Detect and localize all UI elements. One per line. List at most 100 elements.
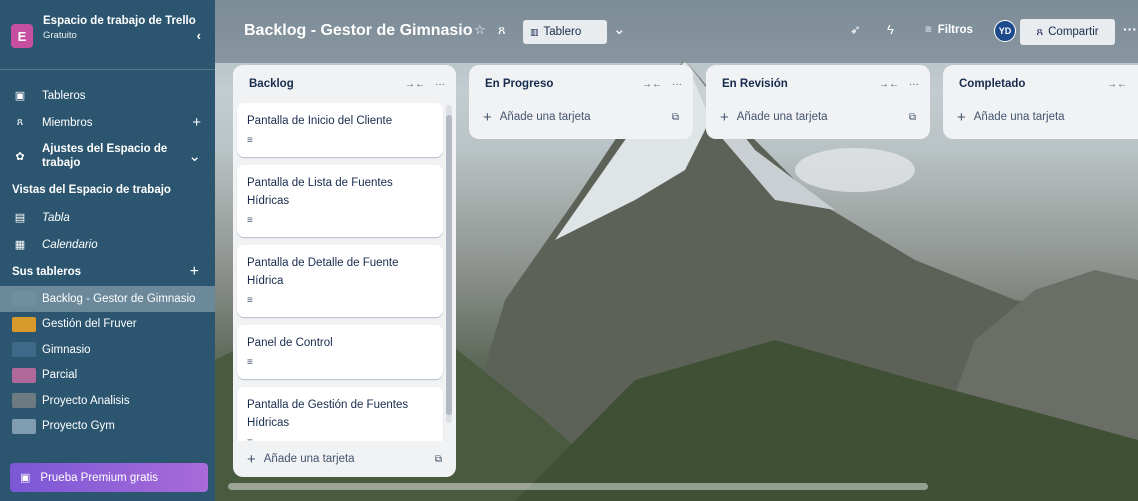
card[interactable]: Panel de Control ≡: [237, 325, 443, 379]
visibility-icon[interactable]: ጸ: [498, 22, 506, 38]
sidebar-item-settings[interactable]: ✿ Ajustes del Espacio de trabajo ⌄: [0, 136, 215, 176]
sidebar-board-item[interactable]: Gestión del Fruver: [0, 312, 215, 338]
collapse-icon[interactable]: →←: [642, 79, 662, 90]
board-thumbnail: [12, 342, 36, 358]
card-list: Pantalla de Inicio del Cliente ≡ Pantalla …: [233, 103, 456, 441]
sidebar-board-label: Parcial: [42, 369, 78, 382]
filters-label: Filtros: [937, 24, 973, 36]
board-thumbnail: [12, 418, 36, 434]
sidebar-board-item[interactable]: Parcial: [0, 363, 215, 389]
card-title: Panel de Control: [247, 337, 333, 349]
card[interactable]: Pantalla de Gestión de Fuentes Hídricas ≡: [237, 387, 443, 441]
automation-icon[interactable]: ϟ: [887, 22, 894, 37]
card-title: Pantalla de Gestión de Fuentes Hídricas: [247, 399, 409, 429]
list-scrollbar[interactable]: [446, 105, 452, 423]
sidebar-item-label: Miembros: [42, 116, 93, 129]
plus-icon: +: [720, 108, 729, 126]
list-title[interactable]: En Progreso: [485, 78, 632, 90]
avatar[interactable]: YD: [994, 20, 1016, 42]
add-card-button[interactable]: + Añade una tarjeta: [943, 103, 1138, 131]
sidebar-item-members[interactable]: ጸ Miembros +: [0, 109, 215, 136]
view-switcher-button[interactable]: ▥ Tablero: [523, 20, 607, 44]
workspace-avatar[interactable]: E: [11, 24, 33, 48]
share-button[interactable]: ጸ Compartir: [1020, 19, 1115, 45]
filter-icon: ≡: [925, 24, 932, 36]
list-en-revision: En Revisión →← ··· + Añade una tarjeta ⧉: [706, 65, 930, 139]
description-icon: ≡: [247, 357, 253, 368]
list-en-progreso: En Progreso →← ··· + Añade una tarjeta ⧉: [469, 65, 693, 139]
sidebar-item-boards[interactable]: ▣ Tableros: [0, 82, 215, 109]
description-icon: ≡: [247, 295, 253, 306]
board-thumbnail: [12, 316, 36, 332]
sidebar-board-item[interactable]: Gimnasio: [0, 337, 215, 363]
list-title[interactable]: Backlog: [249, 78, 395, 90]
sidebar-item-label: Tableros: [42, 89, 86, 102]
premium-label: Prueba Premium gratis: [40, 471, 159, 484]
card-title: Pantalla de Lista de Fuentes Hídricas: [247, 177, 393, 207]
add-member-button[interactable]: +: [192, 114, 201, 131]
add-card-label: Añade una tarjeta: [263, 453, 355, 465]
sidebar-board-label: Proyecto Analisis: [42, 394, 130, 407]
chevron-down-icon[interactable]: ⌄: [613, 20, 626, 38]
list-menu-icon[interactable]: ···: [435, 79, 445, 90]
list-menu-icon[interactable]: ···: [672, 79, 682, 90]
sidebar-board-item[interactable]: Backlog - Gestor de Gimnasio: [0, 286, 215, 312]
table-icon: ▤: [14, 212, 26, 224]
description-icon: ≡: [247, 135, 253, 146]
collapse-icon[interactable]: →←: [879, 79, 899, 90]
sidebar-item-label: Tabla: [42, 211, 70, 224]
card-title: Pantalla de Detalle de Fuente Hídrica: [247, 257, 399, 287]
add-card-button[interactable]: + Añade una tarjeta ⧉: [469, 103, 693, 131]
board-thumbnail: [12, 367, 36, 383]
boards-section-label: Sus tableros: [12, 266, 82, 278]
filters-button[interactable]: ≡ Filtros: [925, 24, 973, 36]
star-icon[interactable]: ☆: [474, 22, 486, 38]
gear-icon: ✿: [15, 150, 25, 163]
list-title[interactable]: En Revisión: [722, 78, 869, 90]
sidebar-board-label: Gimnasio: [42, 343, 91, 356]
board-horizontal-scrollbar[interactable]: [228, 483, 928, 490]
template-icon[interactable]: ⧉: [672, 112, 679, 123]
premium-trial-button[interactable]: ▣ Prueba Premium gratis: [10, 463, 208, 492]
add-board-button[interactable]: +: [190, 263, 199, 281]
template-icon[interactable]: ⧉: [909, 112, 916, 123]
description-icon: ≡: [247, 215, 253, 226]
sidebar-item-table[interactable]: ▤ Tabla: [0, 204, 215, 231]
workspace-name[interactable]: Espacio de trabajo de Trello: [43, 14, 197, 28]
members-icon: ጸ: [16, 116, 24, 128]
chevron-left-icon[interactable]: ‹: [197, 28, 201, 43]
chevron-down-icon[interactable]: ⌄: [188, 147, 201, 165]
sidebar-item-calendar[interactable]: ▦ Calendario: [0, 231, 215, 258]
rocket-icon[interactable]: ➶: [850, 22, 861, 38]
list-menu-icon[interactable]: ···: [909, 79, 919, 90]
add-card-button[interactable]: + Añade una tarjeta ⧉: [233, 441, 456, 477]
sidebar-board-item[interactable]: Proyecto Analisis: [0, 388, 215, 414]
template-icon[interactable]: ⧉: [435, 454, 442, 465]
sidebar-board-label: Backlog - Gestor de Gimnasio: [42, 292, 196, 305]
card[interactable]: Pantalla de Inicio del Cliente ≡: [237, 103, 443, 157]
workspace-header: E Espacio de trabajo de Trello Gratuito …: [0, 0, 215, 70]
plus-icon: +: [483, 108, 492, 126]
share-icon: ጸ: [1036, 25, 1044, 38]
gift-icon: ▣: [20, 472, 31, 484]
sidebar-board-label: Proyecto Gym: [42, 420, 115, 433]
view-label: Tablero: [543, 26, 582, 38]
description-icon: ≡: [247, 434, 433, 441]
add-card-button[interactable]: + Añade una tarjeta ⧉: [706, 103, 930, 131]
boards-section-title: Sus tableros +: [0, 258, 215, 286]
plus-icon: +: [957, 108, 966, 126]
card[interactable]: Pantalla de Lista de Fuentes Hídricas ≡: [237, 165, 443, 237]
board-icon: ▣: [14, 90, 26, 102]
board-list: Backlog - Gestor de Gimnasio Gestión del …: [0, 286, 215, 439]
calendar-icon: ▦: [14, 239, 26, 251]
more-icon[interactable]: ···: [1123, 21, 1137, 37]
board-title[interactable]: Backlog - Gestor de Gimnasio: [244, 22, 473, 40]
sidebar-board-item[interactable]: Proyecto Gym: [0, 414, 215, 440]
card[interactable]: Pantalla de Detalle de Fuente Hídrica ≡: [237, 245, 443, 317]
views-section-title: Vistas del Espacio de trabajo: [12, 184, 171, 196]
list-title[interactable]: Completado: [959, 78, 1097, 90]
add-card-label: Añade una tarjeta: [736, 111, 828, 123]
sidebar-board-label: Gestión del Fruver: [42, 318, 137, 331]
collapse-icon[interactable]: →←: [405, 79, 425, 90]
collapse-icon[interactable]: →←: [1107, 79, 1127, 90]
